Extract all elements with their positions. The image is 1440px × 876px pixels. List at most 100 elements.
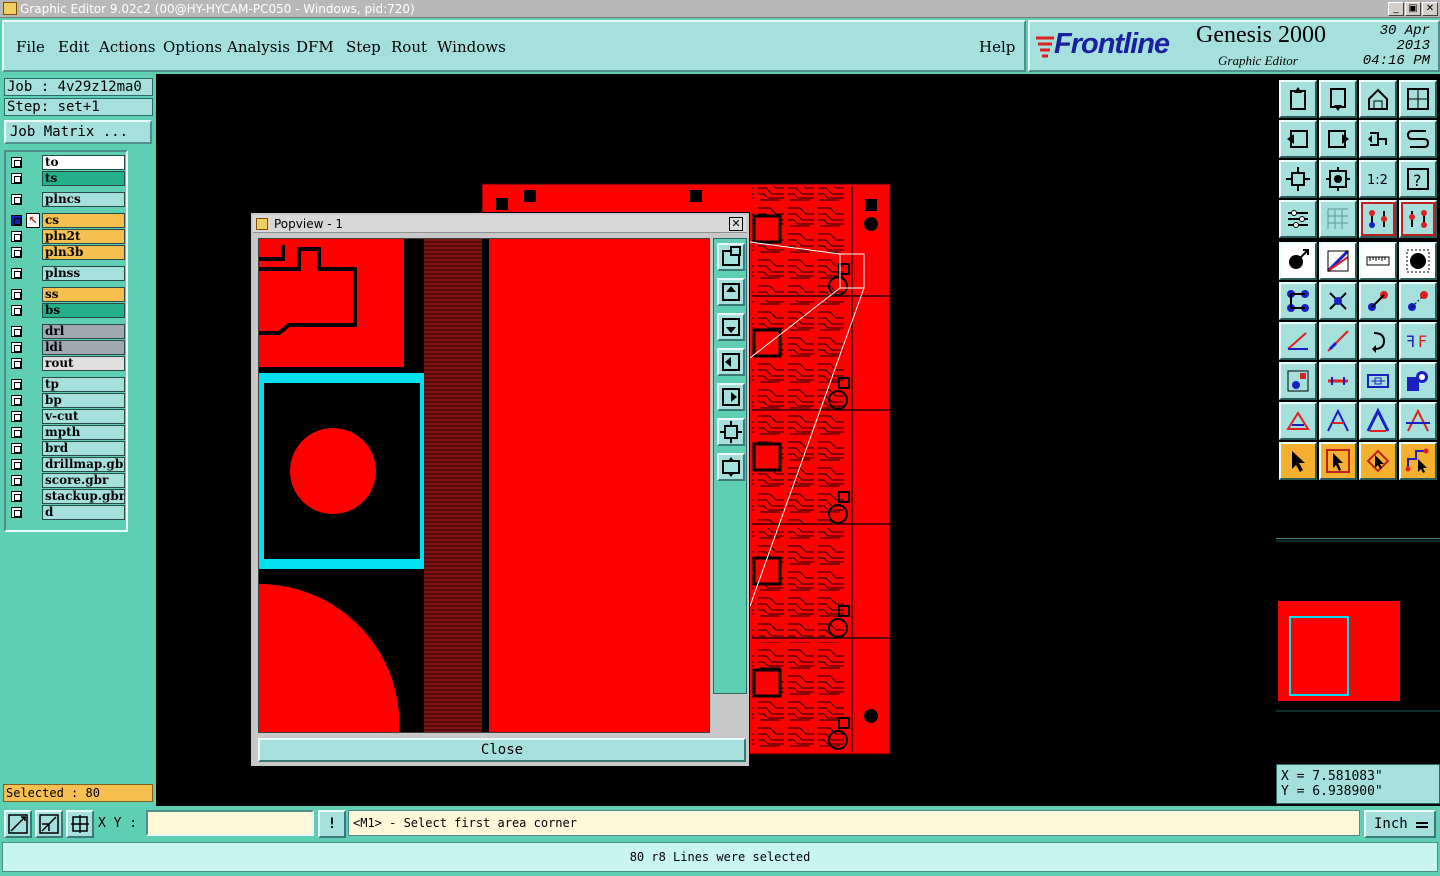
layer-checkbox[interactable] [11,173,22,184]
popview-fit-icon[interactable] [717,418,745,446]
layer-row-ldi[interactable]: ldi [8,340,128,355]
menu-actions[interactable]: Actions [99,38,155,56]
area-pointer-icon[interactable] [1359,442,1397,480]
layer-name[interactable]: tp [42,377,125,392]
menu-help[interactable]: Help [979,38,1015,56]
layer-checkbox[interactable] [11,326,22,337]
layer-name[interactable]: pln2t [42,229,125,244]
connect-icon[interactable] [1279,282,1317,320]
layer-row-drl[interactable]: drl [8,324,128,339]
layer-checkbox[interactable] [11,215,22,226]
layer-checkbox[interactable] [11,459,22,470]
layer-name[interactable]: rout [42,356,125,371]
popview-pan-down-icon[interactable] [717,313,745,341]
copy-icon[interactable] [1399,282,1437,320]
pointer-icon[interactable] [1279,442,1317,480]
layer-row-bs[interactable]: bs [8,303,128,318]
layer-checkbox[interactable] [11,443,22,454]
window-split-icon[interactable] [1399,80,1437,118]
popview-close-icon[interactable]: ✕ [729,217,743,231]
pan-right-icon[interactable] [1319,120,1357,158]
resize-icon[interactable] [1279,362,1317,400]
rotate-icon[interactable] [1359,322,1397,360]
settings-icon[interactable] [1279,200,1317,238]
layer-row-plncs[interactable]: plncs [8,192,128,207]
layer-checkbox[interactable] [11,358,22,369]
layer-checkbox[interactable] [11,247,22,258]
layer-name[interactable]: brd [42,441,125,456]
cut-icon[interactable] [1319,322,1357,360]
popview-pan-right-icon[interactable] [717,383,745,411]
features-icon[interactable] [1399,362,1437,400]
page-up-icon[interactable] [1279,80,1317,118]
layer-row-v-cut[interactable]: v-cut [8,409,128,424]
layer-checkbox[interactable] [11,231,22,242]
menu-options[interactable]: Options [163,38,222,56]
layer-checkbox[interactable] [11,268,22,279]
layer-checkbox[interactable] [11,427,22,438]
layer-checkbox[interactable] [11,157,22,168]
layer-checkbox[interactable] [11,507,22,518]
layer-row-bp[interactable]: bp [8,393,128,408]
page-down-icon[interactable] [1319,80,1357,118]
layer-name[interactable]: ss [42,287,125,302]
minimize-button[interactable]: _ [1388,2,1404,16]
layer-name[interactable]: plnss [42,266,125,281]
layer-row-ss[interactable]: ss [8,287,128,302]
layer-checkbox[interactable] [11,491,22,502]
pan-left-icon[interactable] [1279,120,1317,158]
job-matrix-button[interactable]: Job Matrix ... [4,120,152,144]
layer-name[interactable]: drl [42,324,125,339]
layer-name[interactable]: to [42,155,125,170]
net-pointer-icon[interactable] [1399,442,1437,480]
stretch-icon[interactable] [1319,362,1357,400]
grid-mode-icon[interactable] [66,810,94,838]
layer-name[interactable]: mpth [42,425,125,440]
layer-name[interactable]: pln3b [42,245,125,260]
pad-measure-icon[interactable] [1359,362,1397,400]
xy-input[interactable] [146,810,314,836]
layer-checkbox[interactable] [11,342,22,353]
select-filter-icon[interactable] [1399,200,1437,238]
menu-windows[interactable]: Windows [437,38,506,56]
popview-canvas[interactable] [258,238,710,733]
minimap[interactable] [1276,538,1440,760]
menu-step[interactable]: Step [346,38,381,56]
popview-close-button[interactable]: Close [258,738,746,762]
layer-name[interactable]: ts [42,171,125,186]
layer-row-pln3b[interactable]: pln3b [8,245,128,260]
snap-mode-icon[interactable] [4,810,32,838]
layer-row-rout[interactable]: rout [8,356,128,371]
layer-name[interactable]: score.gbr [42,473,125,488]
grid-icon[interactable] [1319,200,1357,238]
layer-row-tp[interactable]: tp [8,377,128,392]
layer-name[interactable]: stackup.gbr [42,489,125,504]
undo-zoom-icon[interactable] [1359,120,1397,158]
select-display-icon[interactable] [1359,200,1397,238]
layer-name[interactable]: bp [42,393,125,408]
home-icon[interactable] [1359,80,1397,118]
layer-row-score-gbr[interactable]: score.gbr [8,473,128,488]
layer-row-d[interactable]: d [8,505,128,520]
text-size-icon[interactable] [1399,402,1437,440]
layer-row-to[interactable]: to [8,155,128,170]
zoom-fit-icon[interactable] [1279,160,1317,198]
layer-row-ts[interactable]: ts [8,171,128,186]
layer-name[interactable]: cs [42,213,125,228]
layer-row-mpth[interactable]: mpth [8,425,128,440]
redraw-icon[interactable] [1399,120,1437,158]
unit-selector[interactable]: Inch [1364,810,1436,838]
menu-rout[interactable]: Rout [391,38,427,56]
layer-checkbox[interactable] [11,194,22,205]
maximize-button[interactable]: ▣ [1405,2,1421,16]
select-pointer-icon[interactable] [1319,442,1357,480]
add-line-icon[interactable] [1319,242,1357,280]
layer-checkbox[interactable] [11,379,22,390]
layer-checkbox[interactable] [11,411,22,422]
menu-edit[interactable]: Edit [58,38,89,56]
layer-name[interactable]: d [42,505,125,520]
menu-dfm[interactable]: DFM [296,38,334,56]
layer-row-stackup-gbr[interactable]: stackup.gbr [8,489,128,504]
scale-icon[interactable]: 1:2 [1359,160,1397,198]
layer-checkbox[interactable] [11,289,22,300]
